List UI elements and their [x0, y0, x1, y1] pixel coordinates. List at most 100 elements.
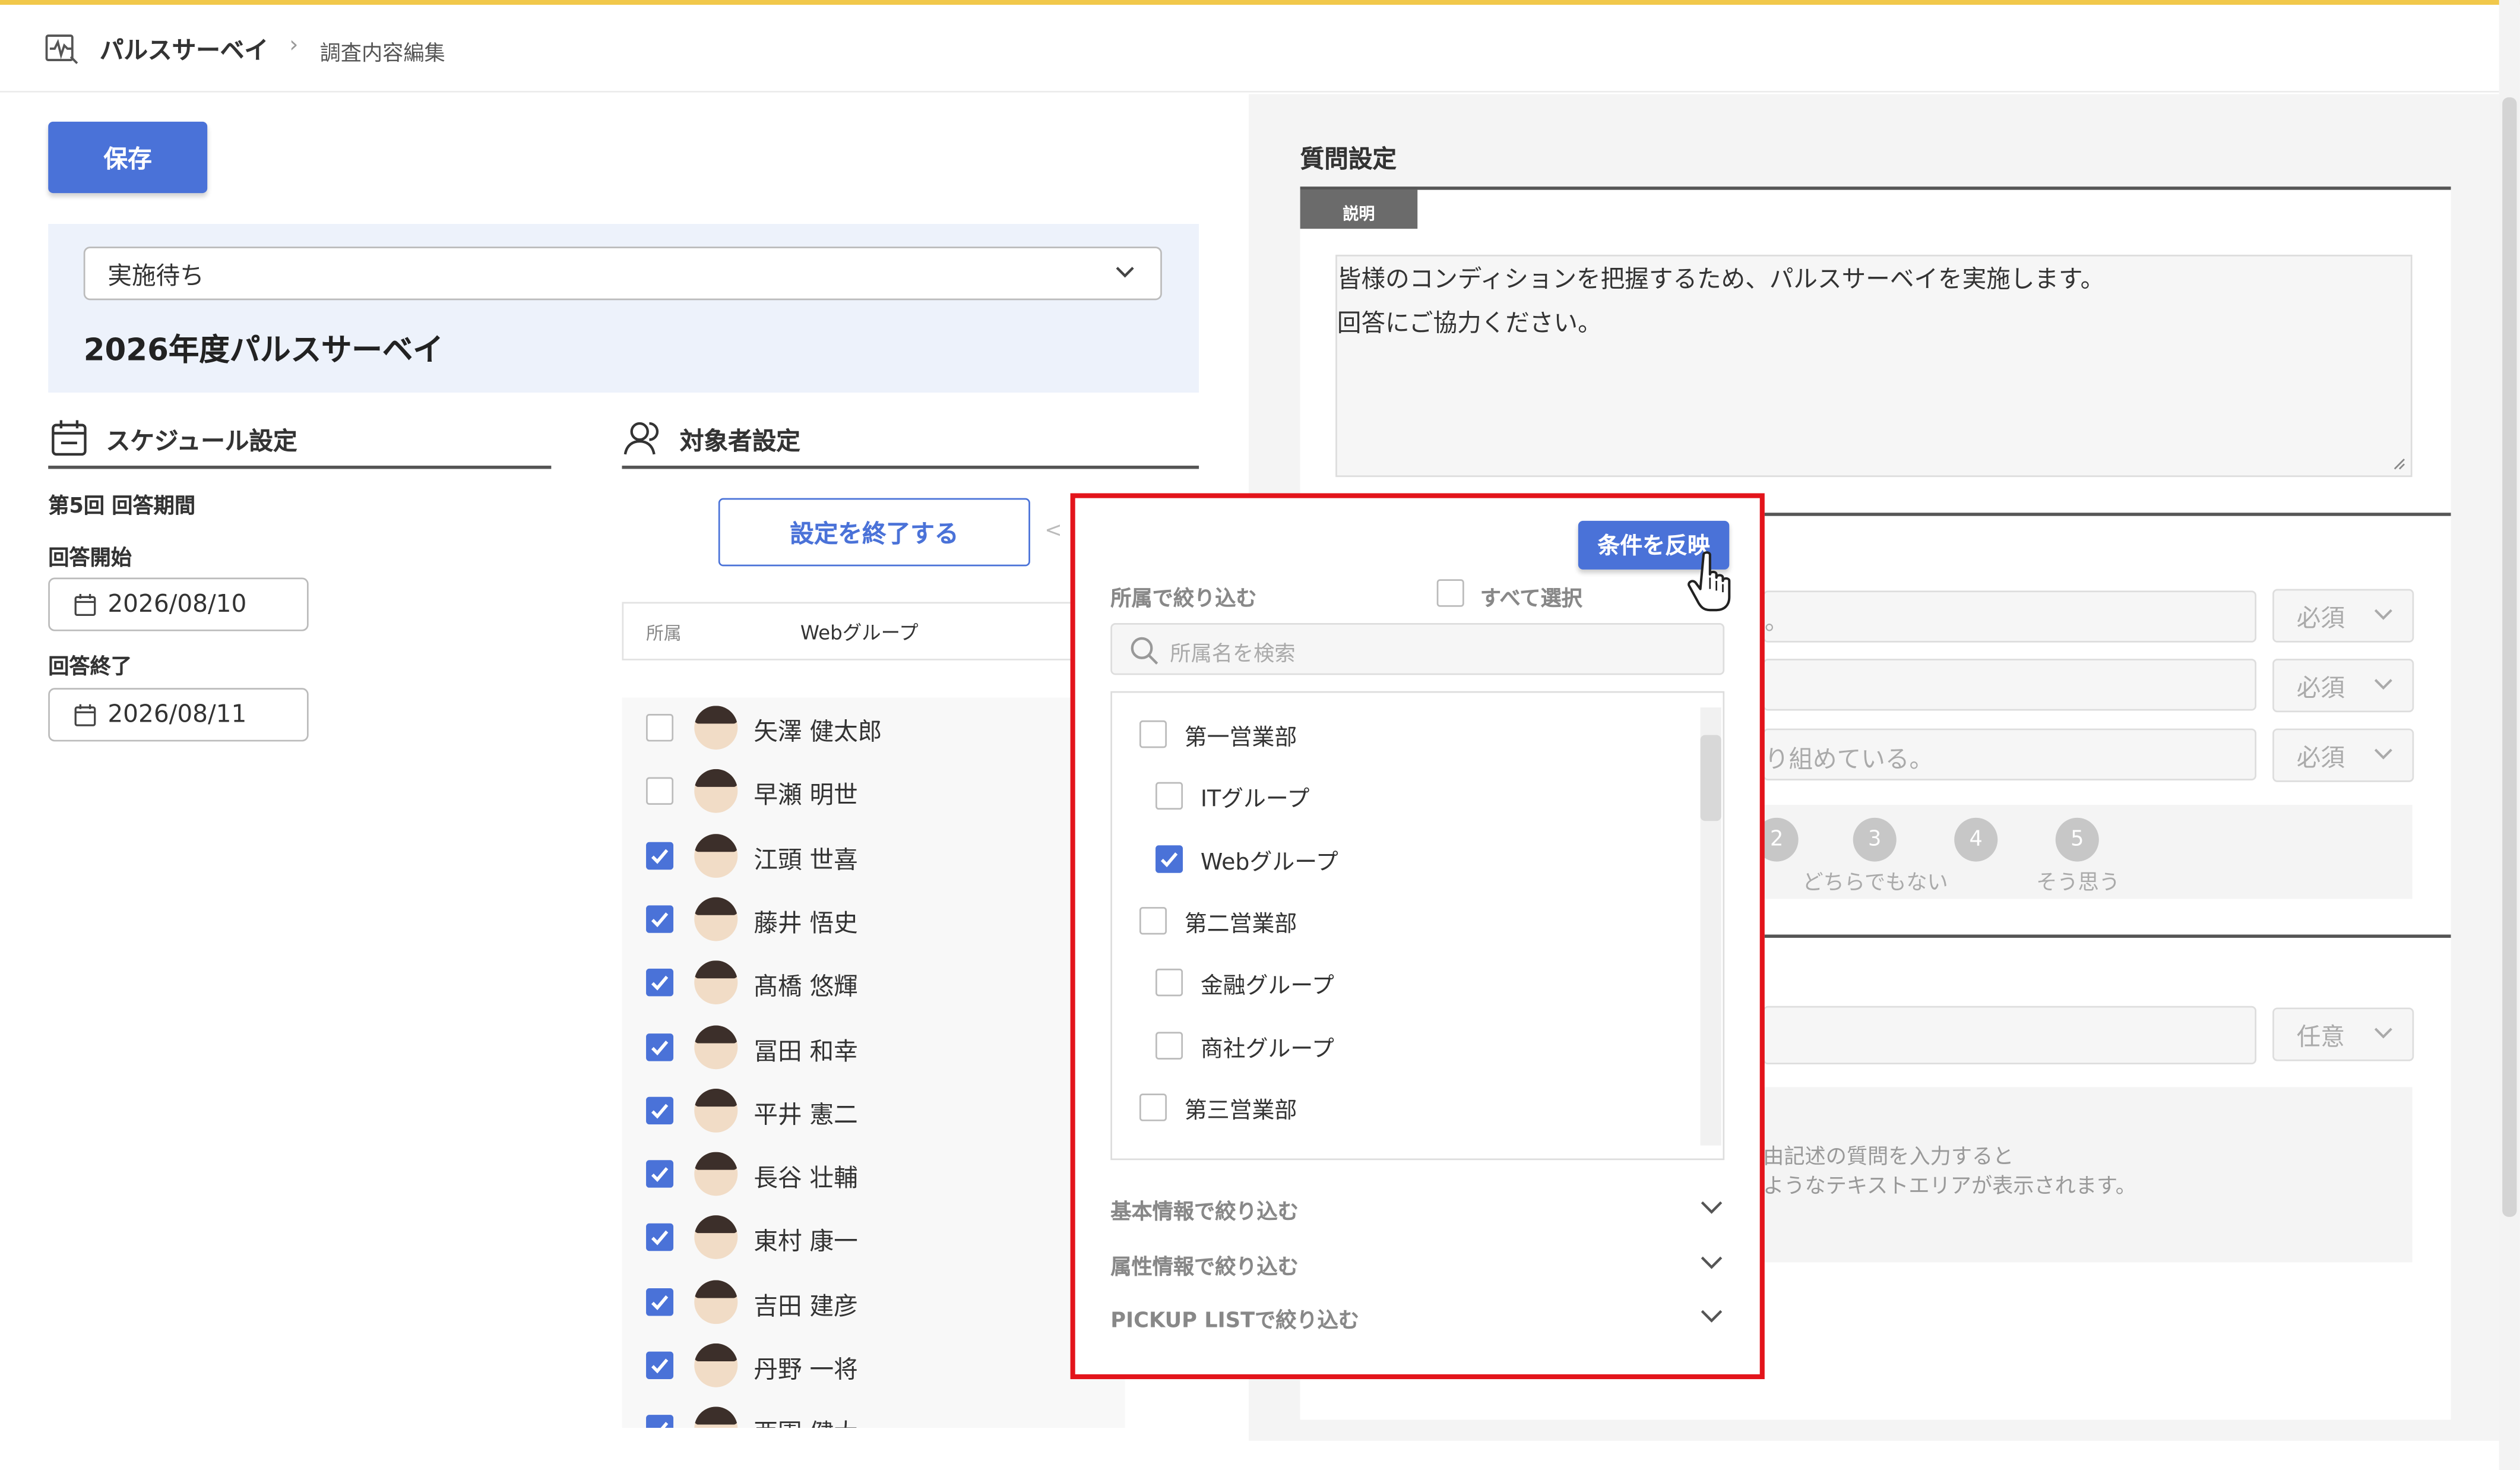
free-question-input[interactable] [1763, 1006, 2257, 1065]
question-2-input[interactable] [1763, 659, 2257, 711]
avatar [694, 1025, 738, 1068]
department-label[interactable]: 第一営業部 [1185, 720, 1297, 753]
member-row[interactable]: 江頭 世喜 [622, 829, 1125, 892]
free-text-preview: 由記述の質問を入力すると ようなテキストエリアが表示されます。 [1763, 1087, 2413, 1263]
member-checkbox[interactable] [646, 777, 674, 805]
member-name: 吉田 建彦 [754, 1291, 858, 1320]
department-checkbox[interactable] [1139, 720, 1167, 748]
filter-accordion[interactable]: 属性情報で絞り込む [1110, 1248, 1724, 1284]
member-checkbox[interactable] [646, 713, 674, 742]
member-checkbox[interactable] [646, 1351, 674, 1380]
member-row[interactable]: 平井 憲二 [622, 1083, 1125, 1147]
chevron-down-icon [2374, 748, 2392, 760]
member-checkbox[interactable] [646, 1415, 674, 1428]
member-row[interactable]: 髙橋 悠輝 [622, 956, 1125, 1020]
member-name: 西園 健大 [754, 1415, 857, 1428]
filter-accordion[interactable]: 基本情報で絞り込む [1110, 1193, 1724, 1228]
avatar [694, 1407, 738, 1428]
question-3-input[interactable]: り組めている。 [1763, 728, 2257, 780]
question-2-required-select[interactable]: 必須 [2272, 659, 2414, 713]
accordion-label: 基本情報で絞り込む [1110, 1200, 1299, 1225]
targets-section-title: 対象者設定 [679, 426, 800, 456]
avatar [694, 1279, 738, 1324]
member-row[interactable]: 藤井 悟史 [622, 892, 1125, 956]
department-label[interactable]: 金融グループ [1201, 969, 1334, 1001]
save-button[interactable]: 保存 [48, 121, 208, 194]
chevron-down-icon [1701, 1201, 1723, 1214]
department-checkbox[interactable] [1139, 1093, 1167, 1121]
department-label[interactable]: 第三営業部 [1185, 1093, 1297, 1126]
member-row[interactable]: 丹野 一将 [622, 1339, 1125, 1402]
member-row[interactable]: 長谷 壮輔 [622, 1147, 1125, 1211]
page-scrollbar-thumb[interactable] [2502, 97, 2517, 1217]
scale-label: そう思う [2036, 871, 2120, 896]
answer-end-date-field[interactable]: 2026/08/11 [48, 688, 309, 742]
department-label[interactable]: 第二営業部 [1185, 907, 1297, 940]
member-row[interactable]: 吉田 建彦 [622, 1275, 1125, 1338]
member-name: 早瀬 明世 [754, 780, 858, 810]
department-label[interactable]: Webグループ [1201, 845, 1338, 877]
required-label: 必須 [2296, 743, 2345, 773]
target-filter-bar[interactable]: 所属 Webグループ [622, 602, 1088, 660]
description-line-2: 回答にご協力ください。 [1337, 308, 1602, 338]
free-question-optional-select[interactable]: 任意 [2272, 1007, 2414, 1061]
resize-handle-icon[interactable] [2393, 457, 2406, 470]
avatar [694, 833, 738, 877]
member-name: 平井 憲二 [754, 1099, 858, 1129]
app-header: パルスサーベイ › 調査内容編集 [0, 5, 2499, 93]
department-checkbox[interactable] [1155, 1031, 1183, 1059]
question-1-required-select[interactable]: 必須 [2272, 589, 2414, 643]
question-3-required-select[interactable]: 必須 [2272, 728, 2414, 782]
breadcrumb-current-page: 調査内容編集 [319, 42, 445, 67]
dept-search-input[interactable]: 所属名を検索 [1110, 623, 1725, 675]
chevron-down-icon [1701, 1310, 1723, 1323]
answer-start-date-field[interactable]: 2026/08/10 [48, 577, 309, 631]
member-checkbox[interactable] [646, 841, 674, 870]
answer-period-label: 第5回 回答期間 [48, 495, 196, 520]
answer-start-label: 回答開始 [48, 546, 132, 571]
member-row[interactable]: 早瀬 明世 [622, 764, 1125, 828]
avatar [694, 1088, 738, 1133]
description-textarea[interactable]: 皆様のコンディションを把握するため、パルスサーベイを実施します。 回答にご協力く… [1335, 254, 2413, 478]
breadcrumb-separator-icon: › [289, 32, 299, 59]
member-row[interactable]: 冨田 和幸 [622, 1020, 1125, 1083]
member-checkbox[interactable] [646, 1032, 674, 1061]
users-icon [623, 422, 659, 455]
member-checkbox[interactable] [646, 1288, 674, 1316]
description-tag: 説明 [1300, 189, 1418, 229]
calendar-icon [74, 593, 96, 616]
targets-divider [622, 466, 1199, 469]
status-select[interactable]: 実施待ち [83, 246, 1162, 301]
department-label[interactable]: 商社グループ [1201, 1031, 1334, 1064]
member-checkbox[interactable] [646, 1224, 674, 1252]
department-label[interactable]: ITグループ [1201, 783, 1310, 815]
select-all-checkbox[interactable] [1436, 579, 1464, 607]
department-checkbox[interactable] [1139, 906, 1167, 935]
filter-accordion[interactable]: PICKUP LISTで絞り込む [1110, 1301, 1724, 1337]
department-checkbox[interactable] [1155, 845, 1183, 872]
member-name: 丹野 一将 [754, 1355, 858, 1384]
department-tree-scrollbar-thumb[interactable] [1700, 735, 1721, 821]
chevron-down-icon[interactable] [1112, 258, 1138, 284]
member-checkbox[interactable] [646, 1096, 674, 1124]
member-row[interactable]: 東村 康一 [622, 1211, 1125, 1275]
member-row[interactable]: 西園 健大 [622, 1402, 1125, 1428]
avatar [694, 706, 738, 750]
member-row[interactable]: 矢澤 健太郎 [622, 701, 1125, 764]
question-1-text: 。 [1764, 606, 1789, 636]
filter-value: Webグループ [800, 621, 919, 644]
scale-point: 4 [1954, 817, 1998, 862]
scale-point: 3 [1853, 817, 1897, 862]
app-window: パルスサーベイ › 調査内容編集 保存 実施待ち 2026年度パルスサーベイ ス… [0, 0, 2520, 1470]
finish-settings-button[interactable]: 設定を終了する [718, 498, 1030, 567]
department-checkbox[interactable] [1155, 969, 1183, 997]
member-checkbox[interactable] [646, 1160, 674, 1188]
scale-label: どちらでもない [1802, 871, 1948, 896]
app-title[interactable]: パルスサーベイ [100, 33, 268, 67]
member-checkbox[interactable] [646, 969, 674, 997]
department-checkbox[interactable] [1155, 782, 1183, 810]
member-checkbox[interactable] [646, 905, 674, 933]
question-1-input[interactable]: 。 [1763, 590, 2257, 643]
chevron-down-icon [1701, 1256, 1723, 1269]
question-settings-title: 質問設定 [1300, 144, 1397, 174]
